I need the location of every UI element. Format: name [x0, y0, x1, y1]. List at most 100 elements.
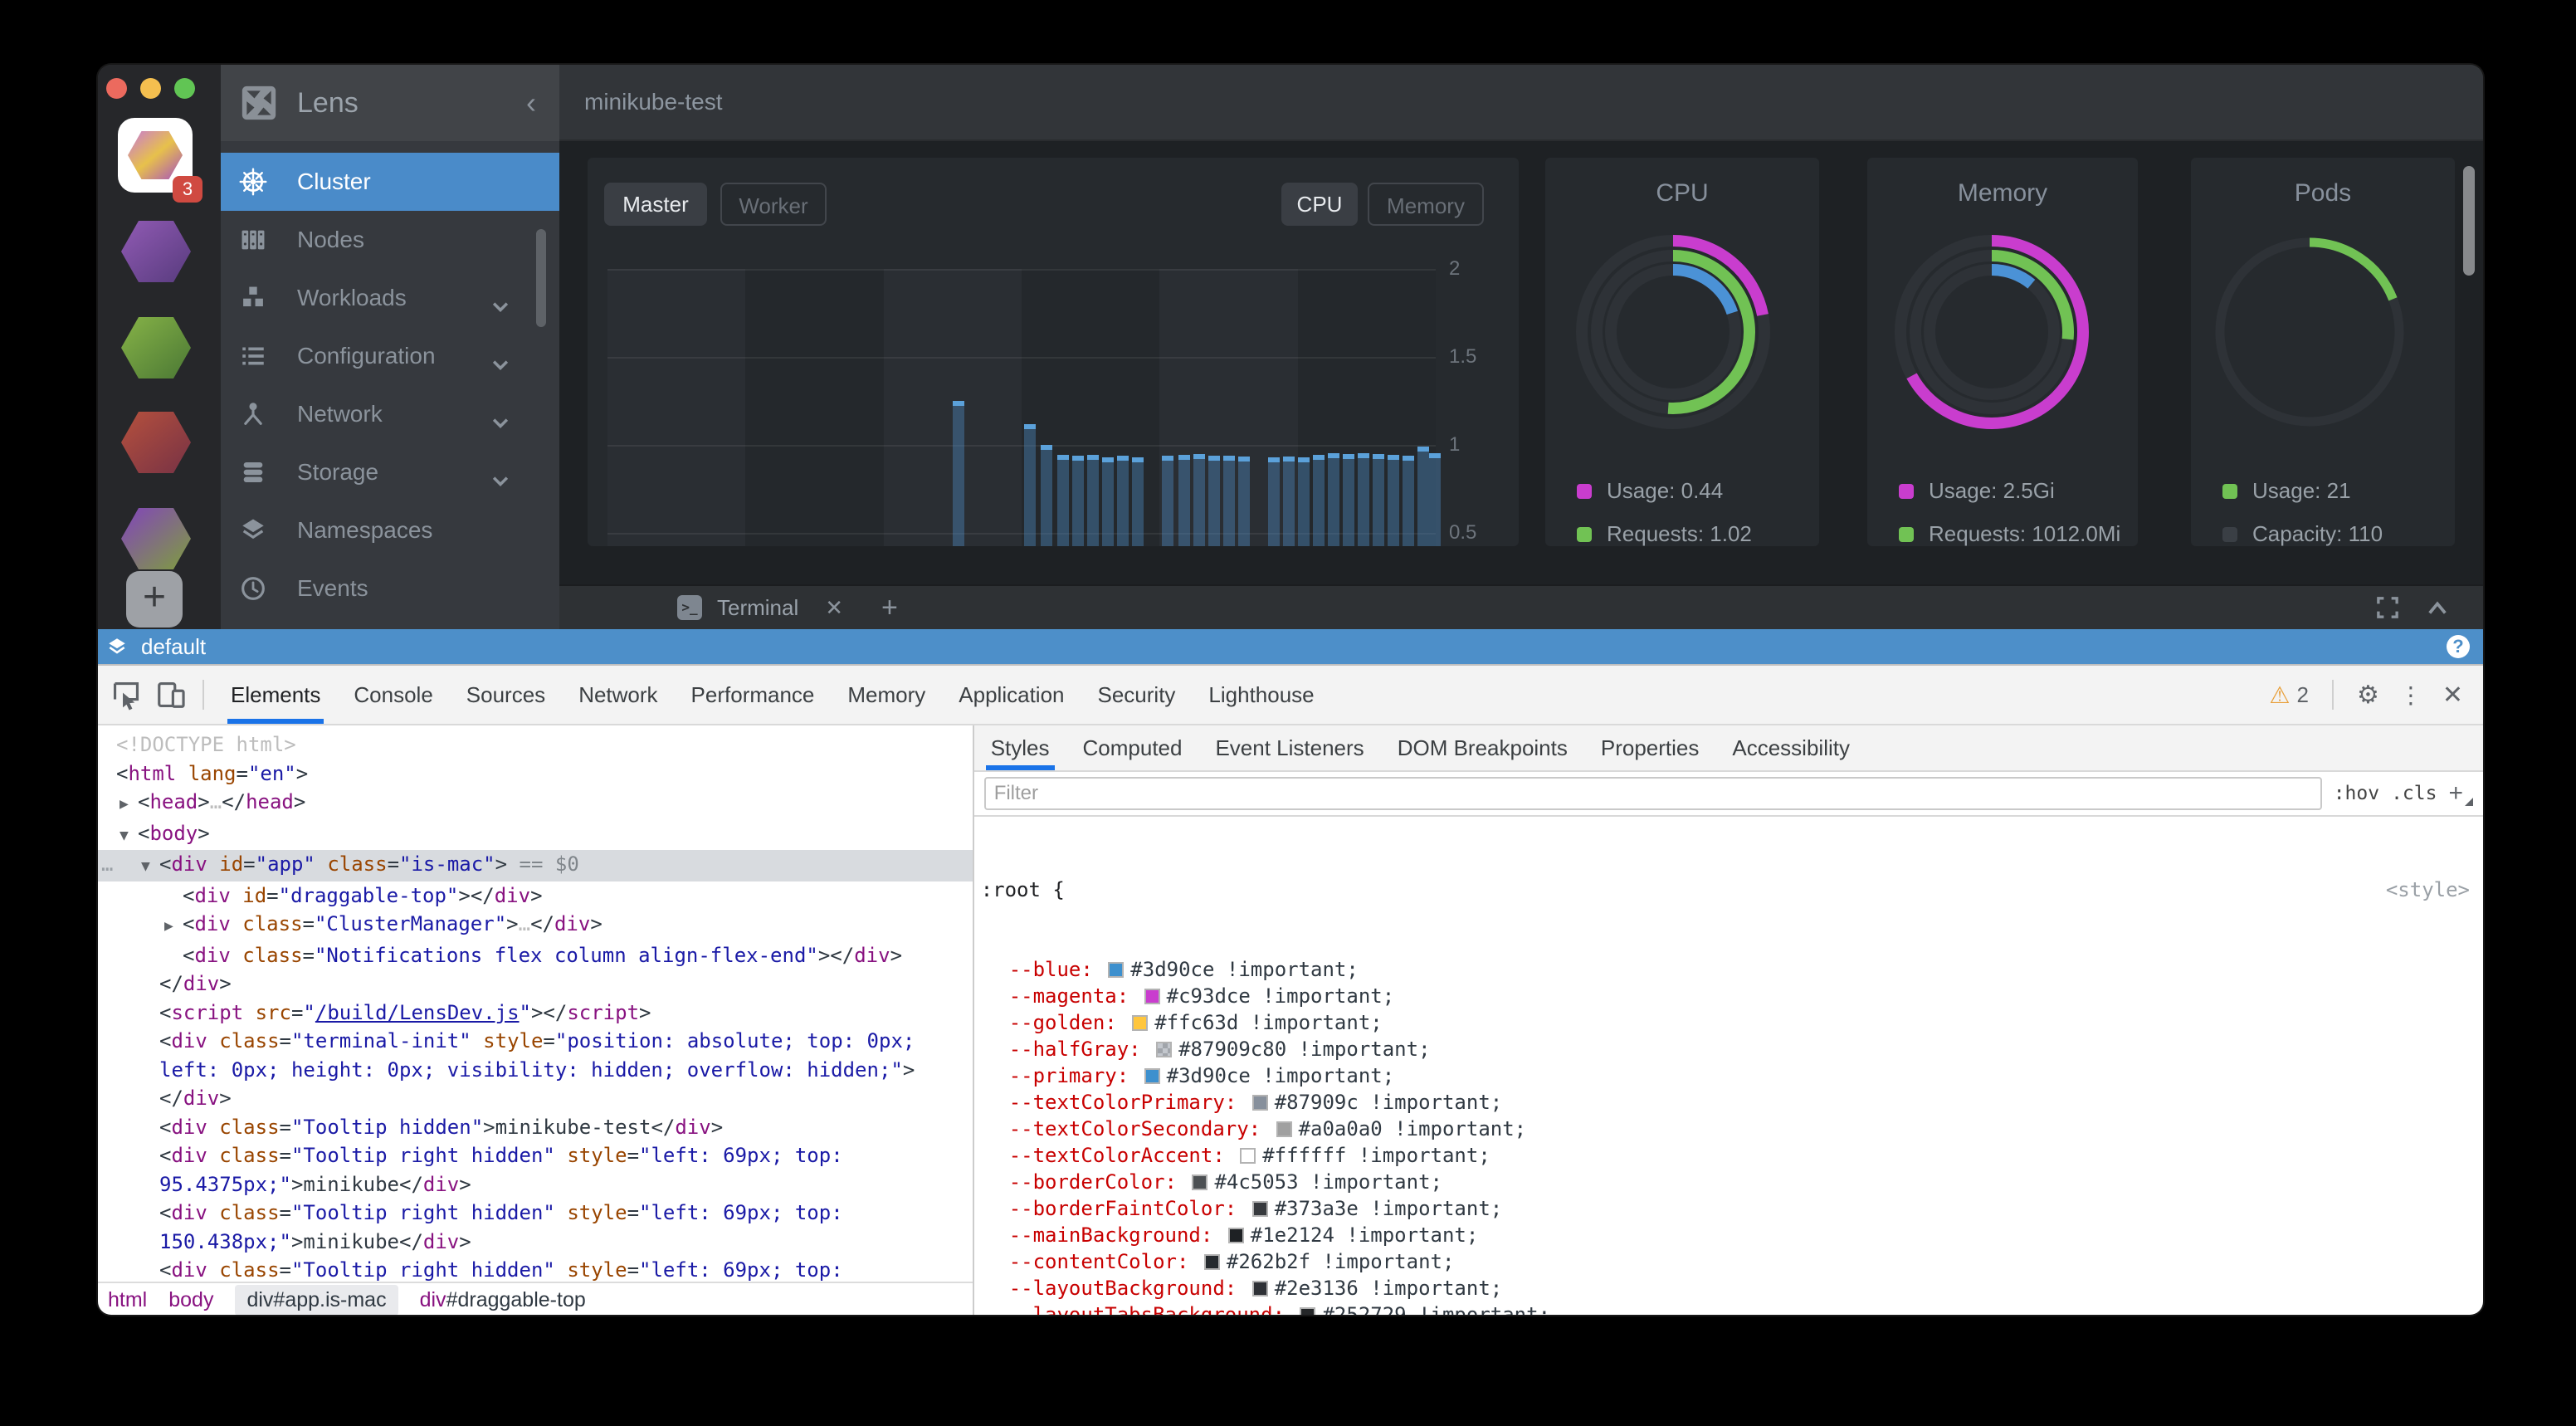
color-swatch[interactable] — [1192, 1174, 1208, 1190]
dom-tree-node[interactable]: </div> — [98, 969, 973, 999]
devtools-tab-sources[interactable]: Sources — [450, 666, 562, 724]
dom-tree-node[interactable]: <div class="Tooltip right hidden" style=… — [98, 1256, 973, 1282]
zoom-window-button[interactable] — [174, 78, 195, 99]
sidebar-item-storage[interactable]: Storage — [221, 443, 559, 501]
color-swatch[interactable] — [1300, 1307, 1315, 1315]
dom-tree-node[interactable]: <html lang="en"> — [98, 759, 973, 789]
devtools-tab-console[interactable]: Console — [337, 666, 449, 724]
namespace-bar[interactable]: default ? — [98, 629, 2483, 664]
color-swatch[interactable] — [1156, 1042, 1172, 1057]
css-property-row[interactable]: --blue: #3d90ce !important; — [981, 956, 2470, 983]
dom-tree-node[interactable]: <div class="Tooltip right hidden" style=… — [98, 1199, 973, 1228]
breadcrumb-item[interactable]: div#draggable-top — [420, 1288, 586, 1312]
devtools-menu-icon[interactable]: ⋮ — [2399, 681, 2422, 709]
css-property-row[interactable]: --layoutTabsBackground: #252729 !importa… — [981, 1301, 2470, 1315]
sidebar-item-nodes[interactable]: Nodes — [221, 211, 559, 269]
color-swatch[interactable] — [1108, 962, 1124, 978]
color-swatch[interactable] — [1252, 1281, 1268, 1297]
css-property-row[interactable]: --primary: #3d90ce !important; — [981, 1062, 2470, 1089]
css-property-row[interactable]: --textColorPrimary: #87909c !important; — [981, 1089, 2470, 1116]
dom-tree-node[interactable]: ▼<body> — [98, 819, 973, 851]
styles-filter-input[interactable] — [984, 777, 2322, 810]
color-swatch[interactable] — [1144, 1068, 1160, 1084]
color-swatch[interactable] — [1276, 1121, 1292, 1137]
expand-arrow-icon[interactable]: ▼ — [141, 852, 159, 881]
color-swatch[interactable] — [1144, 989, 1160, 1004]
dom-tree-node[interactable]: 150.438px;">minikube</div> — [98, 1228, 973, 1257]
css-property-row[interactable]: --golden: #ffc63d !important; — [981, 1009, 2470, 1036]
sidebar-item-cluster[interactable]: Cluster — [221, 153, 559, 211]
metric-tab-memory[interactable]: Memory — [1368, 183, 1484, 226]
new-terminal-icon[interactable]: + — [881, 592, 898, 624]
cluster-tile-cluster-4[interactable] — [121, 412, 191, 473]
dashboard-scrollbar[interactable] — [2463, 166, 2475, 276]
css-property-row[interactable]: --mainBackground: #1e2124 !important; — [981, 1222, 2470, 1248]
cluster-tile-cluster-2[interactable] — [121, 221, 191, 282]
breadcrumb-item[interactable]: div#app.is-mac — [235, 1285, 398, 1316]
console-warnings-badge[interactable]: ⚠2 — [2269, 681, 2309, 709]
styles-tab-computed[interactable]: Computed — [1066, 725, 1199, 770]
expand-dock-icon[interactable] — [2427, 600, 2448, 615]
element-classes-button[interactable]: .cls — [2391, 783, 2437, 804]
dom-tree-node[interactable]: <div class="Notifications flex column al… — [98, 941, 973, 970]
css-property-row[interactable]: --contentColor: #262b2f !important; — [981, 1248, 2470, 1275]
expand-arrow-icon[interactable]: ▶ — [120, 790, 138, 819]
sidebar-item-workloads[interactable]: Workloads — [221, 269, 559, 327]
css-property-row[interactable]: --borderFaintColor: #373a3e !important; — [981, 1195, 2470, 1222]
color-swatch[interactable] — [1228, 1228, 1244, 1243]
cluster-tile-active-cluster[interactable]: 3 — [118, 118, 193, 193]
devtools-tab-performance[interactable]: Performance — [675, 666, 832, 724]
fullscreen-dock-icon[interactable] — [2377, 597, 2398, 618]
help-icon[interactable]: ? — [2447, 635, 2470, 658]
close-terminal-icon[interactable]: ✕ — [825, 595, 843, 621]
dom-tree-node[interactable]: </div> — [98, 1084, 973, 1113]
dom-tree-node[interactable]: <div class="Tooltip hidden">minikube-tes… — [98, 1113, 973, 1142]
css-property-row[interactable]: --magenta: #c93dce !important; — [981, 983, 2470, 1009]
dom-tree-selected-node[interactable]: …▼<div id="app" class="is-mac"> == $0 — [98, 850, 973, 881]
sidebar-item-namespaces[interactable]: Namespaces — [221, 501, 559, 559]
macos-window-controls[interactable] — [106, 78, 195, 99]
css-property-row[interactable]: --layoutBackground: #2e3136 !important; — [981, 1275, 2470, 1301]
node-menu-icon[interactable]: … — [101, 850, 113, 879]
css-property-row[interactable]: --borderColor: #4c5053 !important; — [981, 1169, 2470, 1195]
sidebar-item-configuration[interactable]: Configuration — [221, 327, 559, 385]
devtools-tab-memory[interactable]: Memory — [831, 666, 942, 724]
dom-tree-node[interactable]: ▶<div class="ClusterManager">…</div> — [98, 910, 973, 941]
node-tab-master[interactable]: Master — [604, 183, 707, 226]
css-selector[interactable]: :root { — [981, 877, 1065, 903]
dom-tree-node[interactable]: <script src="/build/LensDev.js"></script… — [98, 999, 973, 1028]
color-swatch[interactable] — [1132, 1015, 1148, 1031]
breadcrumb-item[interactable]: html — [108, 1288, 147, 1312]
new-style-rule-button[interactable]: + — [2448, 779, 2470, 808]
dom-tree-node[interactable]: ▶<head>…</head> — [98, 788, 973, 819]
css-source-link[interactable]: <style> — [2386, 877, 2470, 903]
devtools-tab-security[interactable]: Security — [1081, 666, 1193, 724]
toggle-pseudo-classes-button[interactable]: :hov — [2334, 783, 2379, 804]
device-toolbar-icon[interactable] — [154, 678, 188, 711]
dom-tree-node[interactable]: <div class="terminal-init" style="positi… — [98, 1027, 973, 1056]
css-property-row[interactable]: --halfGray: #87909c80 !important; — [981, 1036, 2470, 1062]
css-property-row[interactable]: --textColorSecondary: #a0a0a0 !important… — [981, 1116, 2470, 1142]
styles-tab-dom-breakpoints[interactable]: DOM Breakpoints — [1381, 725, 1584, 770]
close-window-button[interactable] — [106, 78, 127, 99]
devtools-tab-lighthouse[interactable]: Lighthouse — [1192, 666, 1330, 724]
inspect-element-icon[interactable] — [110, 678, 143, 711]
minimize-window-button[interactable] — [140, 78, 161, 99]
styles-tab-accessibility[interactable]: Accessibility — [1715, 725, 1866, 770]
collapse-sidebar-button[interactable]: ‹ — [526, 91, 536, 115]
sidebar-item-network[interactable]: Network — [221, 385, 559, 443]
color-swatch[interactable] — [1252, 1201, 1268, 1217]
dom-tree-node[interactable]: <div id="draggable-top"></div> — [98, 881, 973, 911]
add-cluster-button[interactable]: + — [126, 571, 183, 628]
devtools-tab-application[interactable]: Application — [942, 666, 1081, 724]
sidebar-item-events[interactable]: Events — [221, 559, 559, 618]
devtools-close-icon[interactable]: ✕ — [2442, 681, 2463, 710]
expand-arrow-icon[interactable]: ▼ — [120, 822, 138, 851]
devtools-tab-elements[interactable]: Elements — [214, 666, 337, 724]
terminal-tab[interactable]: Terminal — [717, 595, 798, 621]
styles-tab-styles[interactable]: Styles — [974, 725, 1066, 770]
dom-tree-node[interactable]: <div class="Tooltip right hidden" style=… — [98, 1141, 973, 1170]
styles-tab-properties[interactable]: Properties — [1584, 725, 1716, 770]
dom-tree-node[interactable]: left: 0px; height: 0px; visibility: hidd… — [98, 1056, 973, 1085]
css-property-row[interactable]: --textColorAccent: #ffffff !important; — [981, 1142, 2470, 1169]
